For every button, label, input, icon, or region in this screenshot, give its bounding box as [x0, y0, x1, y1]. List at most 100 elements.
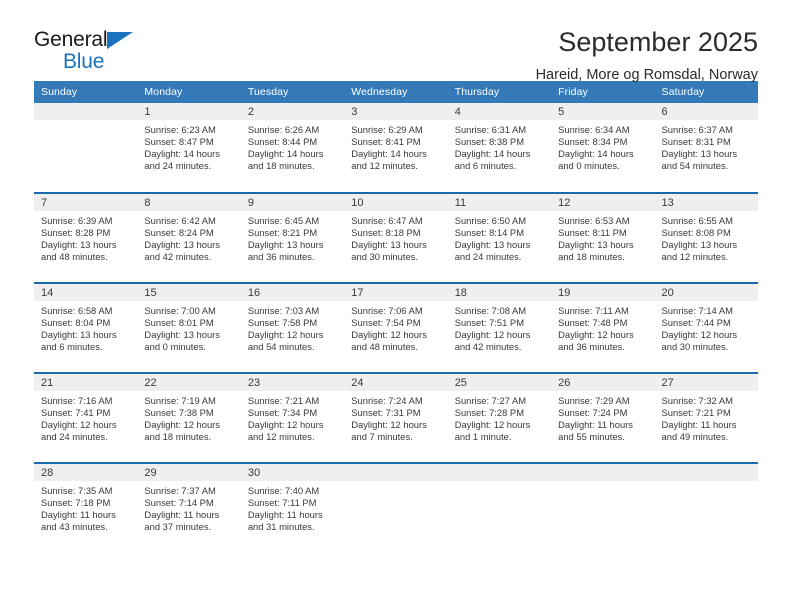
calendar-day-cell[interactable]: 6 Sunrise: 6:37 AM Sunset: 8:31 PM Daylight…: [654, 103, 758, 193]
day-number: 20: [654, 284, 758, 301]
calendar-day-cell[interactable]: 14 Sunrise: 6:58 AM Sunset: 8:04 PM Dayligh…: [34, 282, 138, 373]
day-details: Sunrise: 7:32 AM Sunset: 7:21 PM Daylight:…: [655, 391, 758, 443]
day-details: Sunrise: 6:26 AM Sunset: 8:44 PM Daylight:…: [241, 120, 344, 172]
day-number: 29: [137, 464, 241, 481]
calendar-day-cell[interactable]: 18 Sunrise: 7:08 AM Sunset: 7:51 PM Dayligh…: [447, 282, 552, 373]
calendar-day-cell[interactable]: 8 Sunrise: 6:42 AM Sunset: 8:24 PM Daylight…: [137, 192, 241, 283]
logo-text-general: General: [34, 28, 108, 51]
day-number: 17: [344, 284, 448, 301]
sunrise-time: Sunrise: 7:40 AM: [247, 485, 320, 496]
calendar-day-cell[interactable]: 7 Sunrise: 6:39 AM Sunset: 8:28 PM Daylight…: [34, 192, 138, 283]
sunset-time: Sunset: 8:41 PM: [351, 136, 421, 148]
daylight-duration-line2: and 0 minutes.: [144, 341, 206, 353]
calendar-day-cell[interactable]: 25 Sunrise: 7:27 AM Sunset: 7:28 PM Dayligh…: [447, 372, 552, 463]
calendar-day-cell[interactable]: 24 Sunrise: 7:24 AM Sunset: 7:31 PM Dayligh…: [344, 372, 448, 463]
sunrise-time: Sunrise: 6:26 AM: [247, 124, 320, 135]
day-details: Sunrise: 7:00 AM Sunset: 8:01 PM Daylight:…: [137, 301, 240, 353]
logo-top-row: General: [34, 28, 134, 51]
calendar-day-cell[interactable]: 19 Sunrise: 7:11 AM Sunset: 7:48 PM Dayligh…: [551, 282, 655, 373]
calendar-day-cell[interactable]: 23 Sunrise: 7:21 AM Sunset: 7:34 PM Dayligh…: [240, 372, 345, 463]
day-details: Sunrise: 6:42 AM Sunset: 8:24 PM Daylight:…: [137, 211, 240, 263]
sunrise-time: Sunrise: 7:19 AM: [144, 395, 216, 406]
day-details: Sunrise: 6:34 AM Sunset: 8:34 PM Daylight:…: [551, 120, 654, 172]
day-details: Sunrise: 6:29 AM Sunset: 8:41 PM Daylight:…: [344, 120, 447, 172]
sunrise-time: Sunrise: 7:00 AM: [144, 305, 216, 316]
day-number: 19: [551, 284, 655, 301]
sunset-time: Sunset: 7:51 PM: [454, 317, 524, 329]
day-number: 13: [654, 194, 758, 211]
calendar-day-cell[interactable]: 12 Sunrise: 6:53 AM Sunset: 8:11 PM Dayligh…: [551, 192, 655, 283]
sunrise-time: Sunrise: 7:37 AM: [144, 485, 216, 496]
sunset-time: Sunset: 8:34 PM: [558, 136, 628, 148]
logo-triangle-icon: [107, 32, 134, 49]
daylight-duration-line1: Daylight: 11 hours: [558, 419, 633, 431]
calendar-day-cell[interactable]: 10 Sunrise: 6:47 AM Sunset: 8:18 PM Dayligh…: [344, 192, 448, 283]
daylight-duration-line1: Daylight: 14 hours: [247, 148, 324, 160]
calendar-day-cell[interactable]: 20 Sunrise: 7:14 AM Sunset: 7:44 PM Dayligh…: [654, 282, 758, 373]
sunrise-time: Sunrise: 7:29 AM: [558, 395, 630, 406]
daylight-duration-line2: and 48 minutes.: [351, 341, 418, 353]
calendar-day-cell[interactable]: 2 Sunrise: 6:26 AM Sunset: 8:44 PM Daylight…: [240, 103, 345, 193]
calendar-day-cell[interactable]: 13 Sunrise: 6:55 AM Sunset: 8:08 PM Dayligh…: [654, 192, 758, 283]
day-number: 11: [447, 194, 552, 211]
calendar-day-cell[interactable]: 3 Sunrise: 6:29 AM Sunset: 8:41 PM Daylight…: [344, 103, 448, 193]
calendar-page: General Blue September 2025 Hareid, More…: [0, 0, 792, 612]
day-number: 21: [34, 374, 138, 391]
daylight-duration-line2: and 42 minutes.: [454, 341, 522, 353]
calendar-day-cell[interactable]: 17 Sunrise: 7:06 AM Sunset: 7:54 PM Dayligh…: [344, 282, 448, 373]
calendar-day-cell[interactable]: 30 Sunrise: 7:40 AM Sunset: 7:11 PM Dayligh…: [240, 462, 345, 553]
sunset-time: Sunset: 8:24 PM: [144, 227, 214, 239]
daylight-duration-line1: Daylight: 14 hours: [351, 148, 427, 160]
day-details: Sunrise: 7:19 AM Sunset: 7:38 PM Daylight:…: [137, 391, 240, 443]
day-number: [34, 103, 138, 120]
daylight-duration-line1: Daylight: 12 hours: [144, 419, 220, 431]
daylight-duration-line1: Daylight: 13 hours: [247, 239, 324, 251]
day-details: Sunrise: 6:50 AM Sunset: 8:14 PM Daylight:…: [448, 211, 551, 263]
sunset-time: Sunset: 8:11 PM: [558, 227, 627, 239]
day-number: 15: [137, 284, 241, 301]
calendar-day-cell[interactable]: 29 Sunrise: 7:37 AM Sunset: 7:14 PM Dayligh…: [137, 462, 241, 553]
daylight-duration-line2: and 36 minutes.: [247, 251, 315, 263]
day-number: [344, 464, 448, 481]
daylight-duration-line1: Daylight: 11 hours: [144, 509, 220, 521]
day-number: 22: [137, 374, 241, 391]
day-number: 27: [654, 374, 758, 391]
sunset-time: Sunset: 8:04 PM: [41, 317, 111, 329]
daylight-duration-line2: and 30 minutes.: [661, 341, 729, 353]
daylight-duration-line2: and 37 minutes.: [144, 521, 212, 533]
sunrise-time: Sunrise: 7:06 AM: [351, 305, 423, 316]
calendar-day-cell[interactable]: 4 Sunrise: 6:31 AM Sunset: 8:38 PM Daylight…: [447, 103, 552, 193]
day-number: 5: [551, 103, 655, 120]
sunset-time: Sunset: 7:24 PM: [558, 407, 628, 419]
calendar-day-cell[interactable]: 21 Sunrise: 7:16 AM Sunset: 7:41 PM Dayligh…: [34, 372, 138, 463]
sunset-time: Sunset: 7:41 PM: [41, 407, 111, 419]
day-details: Sunrise: 6:58 AM Sunset: 8:04 PM Daylight:…: [34, 301, 137, 353]
calendar-day-cell[interactable]: 22 Sunrise: 7:19 AM Sunset: 7:38 PM Dayligh…: [137, 372, 241, 463]
calendar-day-cell[interactable]: 28 Sunrise: 7:35 AM Sunset: 7:18 PM Dayligh…: [34, 462, 138, 553]
calendar-day-cell[interactable]: 9 Sunrise: 6:45 AM Sunset: 8:21 PM Daylight…: [240, 192, 345, 283]
sunset-time: Sunset: 8:08 PM: [661, 227, 731, 239]
calendar-day-cell[interactable]: 5 Sunrise: 6:34 AM Sunset: 8:34 PM Daylight…: [551, 103, 655, 193]
sunset-time: Sunset: 7:34 PM: [247, 407, 318, 419]
calendar-day-cell-empty: [654, 462, 758, 553]
calendar-day-cell[interactable]: 1 Sunrise: 6:23 AM Sunset: 8:47 PM Daylight…: [137, 103, 241, 193]
daylight-duration-line2: and 0 minutes.: [558, 160, 620, 172]
sunrise-time: Sunrise: 7:21 AM: [247, 395, 320, 406]
day-number: [654, 464, 758, 481]
calendar-day-cell[interactable]: 26 Sunrise: 7:29 AM Sunset: 7:24 PM Dayligh…: [551, 372, 655, 463]
sunrise-time: Sunrise: 6:50 AM: [454, 215, 527, 226]
calendar-day-cell[interactable]: 15 Sunrise: 7:00 AM Sunset: 8:01 PM Dayligh…: [137, 282, 241, 373]
day-details: Sunrise: 6:55 AM Sunset: 8:08 PM Daylight:…: [655, 211, 758, 263]
daylight-duration-line2: and 30 minutes.: [351, 251, 418, 263]
calendar-day-cell[interactable]: 16 Sunrise: 7:03 AM Sunset: 7:58 PM Dayligh…: [240, 282, 345, 373]
calendar-day-cell[interactable]: 11 Sunrise: 6:50 AM Sunset: 8:14 PM Dayligh…: [447, 192, 552, 283]
day-number: 14: [34, 284, 138, 301]
calendar-week-row: 21 Sunrise: 7:16 AM Sunset: 7:41 PM Dayligh…: [34, 372, 758, 463]
day-number: 24: [344, 374, 448, 391]
day-number: 12: [551, 194, 655, 211]
daylight-duration-line1: Daylight: 13 hours: [41, 239, 117, 251]
sunrise-time: Sunrise: 6:55 AM: [661, 215, 733, 226]
calendar-day-cell-empty: [34, 103, 138, 193]
calendar-day-cell[interactable]: 27 Sunrise: 7:32 AM Sunset: 7:21 PM Dayligh…: [654, 372, 758, 463]
daylight-duration-line1: Daylight: 13 hours: [41, 329, 117, 341]
